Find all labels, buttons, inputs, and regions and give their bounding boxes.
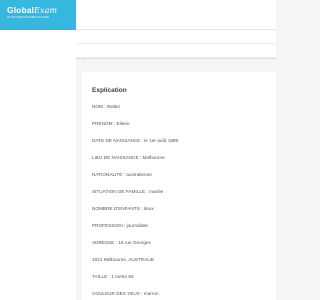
sidebar xyxy=(0,0,76,300)
info-line: PROFESSION : journaliste xyxy=(92,223,149,228)
breadcrumb-bar: Partie 1 xyxy=(76,30,276,48)
content-card: Explication NOM : Walter PRÉNOM : Eileen… xyxy=(82,72,276,300)
info-line: PRÉNOM : Eileen xyxy=(92,121,130,126)
info-line: SITUATION DE FAMILLE : mariée xyxy=(92,189,164,194)
logo[interactable]: GlobalExam LE SOUTIEN SCOLAIRE EN LIGNE xyxy=(0,0,76,30)
info-line: 1021 Melbourne, AUSTRALIE xyxy=(92,257,155,262)
info-line: DATE DE NAISSANCE : le 1er août 1989 xyxy=(92,138,179,143)
info-line: NATIONALITÉ : australienne xyxy=(92,172,152,177)
divider xyxy=(76,58,276,59)
info-line: ADRESSE : 18 rue Georges xyxy=(92,240,151,245)
info-line: TAILLE : 1 mètre 65 xyxy=(92,274,134,279)
info-line: COULEUR DES YEUX : marron xyxy=(92,291,159,296)
logo-tagline: LE SOUTIEN SCOLAIRE EN LIGNE xyxy=(7,16,50,19)
section-title: Explication xyxy=(92,87,127,94)
top-header xyxy=(76,0,276,30)
sub-bar: I xyxy=(76,44,276,61)
info-line: LIEU DE NAISSANCE : Melbourne xyxy=(92,155,165,160)
info-line: NOMBRE D'ENFANTS : deux xyxy=(92,206,154,211)
info-line: NOM : Walter xyxy=(92,104,121,109)
logo-wordmark: GlobalExam xyxy=(7,5,58,16)
